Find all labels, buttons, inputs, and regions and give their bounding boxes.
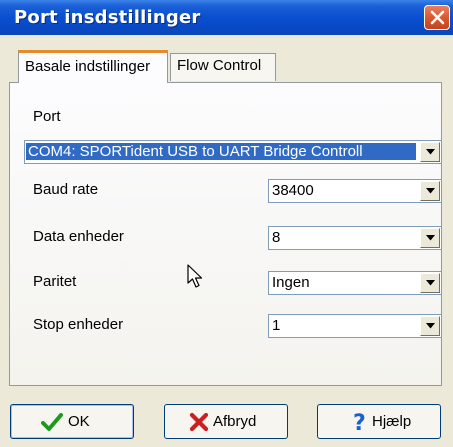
cross-icon [189, 412, 209, 432]
data-bits-select[interactable]: 8 [268, 226, 442, 250]
port-label: Port [33, 108, 61, 125]
chevron-down-icon [426, 149, 435, 155]
chevron-down-icon [426, 280, 435, 286]
baud-rate-select[interactable]: 38400 [268, 179, 442, 203]
ok-label: OK [68, 413, 90, 430]
stop-bits-value: 1 [272, 317, 281, 334]
stop-bits-label: Stop enheder [33, 316, 124, 333]
data-bits-dropdown-button[interactable] [420, 228, 440, 248]
dialog-window: Port insdstillinger Basale indstillinger… [0, 0, 453, 447]
port-select[interactable]: COM4: SPORTident USB to UART Bridge Cont… [24, 140, 442, 164]
chevron-down-icon [426, 188, 435, 194]
tab-basic-settings-label: Basale indstillinger [25, 58, 151, 75]
cancel-label: Afbryd [213, 413, 257, 430]
ok-button[interactable]: OK [10, 404, 134, 439]
tab-basic-settings[interactable]: Basale indstillinger [18, 50, 168, 83]
tab-flow-control[interactable]: Flow Control [170, 53, 276, 81]
baud-rate-dropdown-button[interactable] [420, 181, 440, 201]
settings-panel: Port COM4: SPORTident USB to UART Bridge… [9, 82, 442, 386]
tab-flow-control-label: Flow Control [177, 57, 262, 74]
parity-dropdown-button[interactable] [420, 273, 440, 293]
cancel-button[interactable]: Afbryd [164, 404, 288, 439]
data-bits-value: 8 [272, 229, 281, 246]
data-bits-label: Data enheder [33, 228, 124, 245]
stop-bits-select[interactable]: 1 [268, 314, 442, 338]
svg-text:?: ? [353, 411, 366, 434]
checkmark-icon [41, 413, 63, 431]
stop-bits-dropdown-button[interactable] [420, 316, 440, 336]
close-icon [430, 10, 445, 25]
chevron-down-icon [426, 323, 435, 329]
parity-select[interactable]: Ingen [268, 271, 442, 295]
window-title: Port insdstillinger [14, 7, 201, 28]
baud-rate-value: 38400 [272, 182, 314, 199]
parity-value: Ingen [272, 274, 310, 291]
port-value: COM4: SPORTident USB to UART Bridge Cont… [26, 143, 416, 160]
chevron-down-icon [426, 235, 435, 241]
question-mark-icon: ? [353, 411, 366, 434]
baud-rate-label: Baud rate [33, 181, 99, 198]
close-button[interactable] [424, 5, 450, 30]
help-button[interactable]: ? Hjælp [317, 404, 441, 439]
parity-label: Paritet [33, 273, 77, 290]
help-label: Hjælp [372, 413, 412, 430]
mouse-cursor-icon [187, 264, 203, 288]
title-bar[interactable]: Port insdstillinger [0, 0, 453, 35]
port-dropdown-button[interactable] [420, 142, 440, 162]
